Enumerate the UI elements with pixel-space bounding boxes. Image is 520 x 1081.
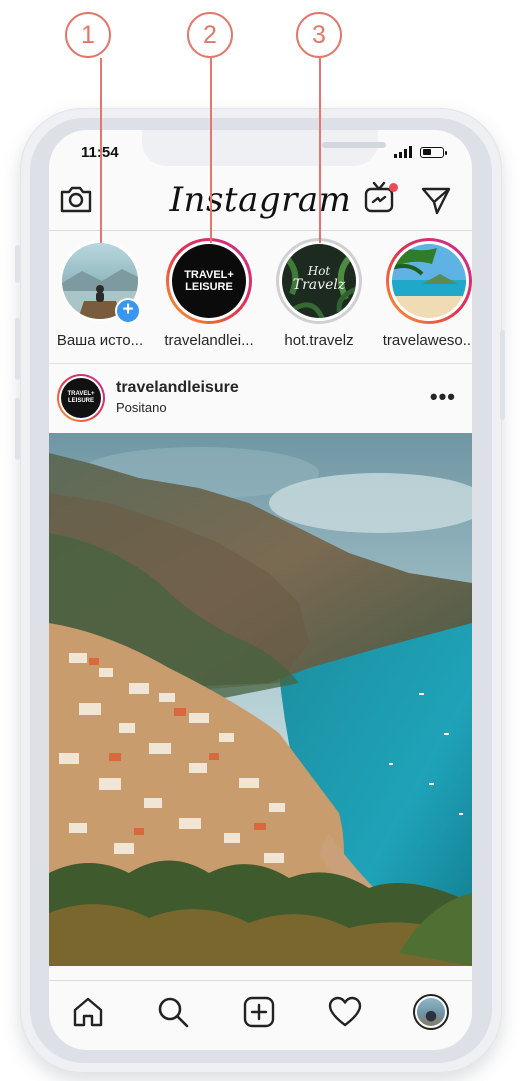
phone-notch bbox=[142, 130, 386, 166]
avatar-text: Travelz bbox=[292, 277, 346, 293]
post-avatar[interactable]: TRAVEL+ LEISURE bbox=[57, 374, 105, 422]
callout-3: 3 bbox=[296, 12, 342, 58]
story-label: travelandlei... bbox=[164, 332, 254, 349]
signal-icon bbox=[394, 146, 412, 158]
more-options-icon[interactable]: ••• bbox=[430, 384, 456, 410]
story-label: Ваша исто... bbox=[56, 332, 144, 349]
story-label: travelaweso... bbox=[382, 332, 472, 349]
home-icon[interactable] bbox=[71, 995, 105, 1034]
phone-side-button bbox=[15, 245, 20, 283]
phone-side-button bbox=[15, 398, 20, 460]
divider bbox=[49, 363, 472, 364]
story-hot-travelz[interactable]: Hot Travelz hot.travelz bbox=[269, 238, 369, 349]
top-nav: Instagram bbox=[49, 172, 472, 230]
bottom-nav bbox=[49, 981, 472, 1050]
avatar: TRAVEL+ LEISURE bbox=[172, 244, 246, 318]
new-post-icon[interactable] bbox=[242, 995, 276, 1034]
direct-message-icon[interactable] bbox=[420, 184, 452, 221]
phone-side-button bbox=[15, 318, 20, 380]
avatar: Hot Travelz bbox=[282, 244, 356, 318]
battery-icon bbox=[420, 146, 447, 158]
divider bbox=[49, 230, 472, 231]
avatar-logo-text: TRAVEL+ LEISURE bbox=[184, 269, 234, 293]
phone-side-button bbox=[500, 330, 505, 420]
callout-line-3 bbox=[319, 58, 321, 243]
search-icon[interactable] bbox=[156, 995, 190, 1034]
avatar bbox=[392, 244, 466, 318]
stories-tray: + Ваша исто... TRAVEL+ LEISURE traveland… bbox=[49, 238, 472, 363]
igtv-icon[interactable] bbox=[362, 180, 398, 221]
story-travelandleisure[interactable]: TRAVEL+ LEISURE travelandlei... bbox=[159, 238, 259, 349]
post-header: TRAVEL+ LEISURE travelandleisure Positan… bbox=[49, 368, 472, 428]
activity-heart-icon[interactable] bbox=[328, 995, 362, 1034]
story-travelawesome[interactable]: travelaweso... bbox=[379, 238, 472, 349]
post-username[interactable]: travelandleisure bbox=[116, 379, 239, 397]
profile-avatar[interactable] bbox=[413, 994, 449, 1030]
status-icons bbox=[394, 146, 447, 158]
avatar-logo-text: TRAVEL+ LEISURE bbox=[61, 378, 101, 418]
story-label: hot.travelz bbox=[284, 332, 354, 349]
post-image[interactable] bbox=[49, 433, 472, 966]
notification-dot bbox=[389, 183, 398, 192]
post-location[interactable]: Positano bbox=[116, 400, 167, 415]
app-screen: 11:54 Instagram bbox=[49, 130, 472, 1050]
add-story-badge[interactable]: + bbox=[115, 298, 141, 324]
instagram-logo: Instagram bbox=[169, 180, 352, 220]
callout-2: 2 bbox=[187, 12, 233, 58]
callout-line-2 bbox=[210, 58, 212, 243]
avatar-text: Hot bbox=[307, 264, 331, 278]
callout-line-1 bbox=[100, 58, 102, 243]
story-your-story[interactable]: + Ваша исто... bbox=[50, 238, 150, 349]
callout-1: 1 bbox=[65, 12, 111, 58]
